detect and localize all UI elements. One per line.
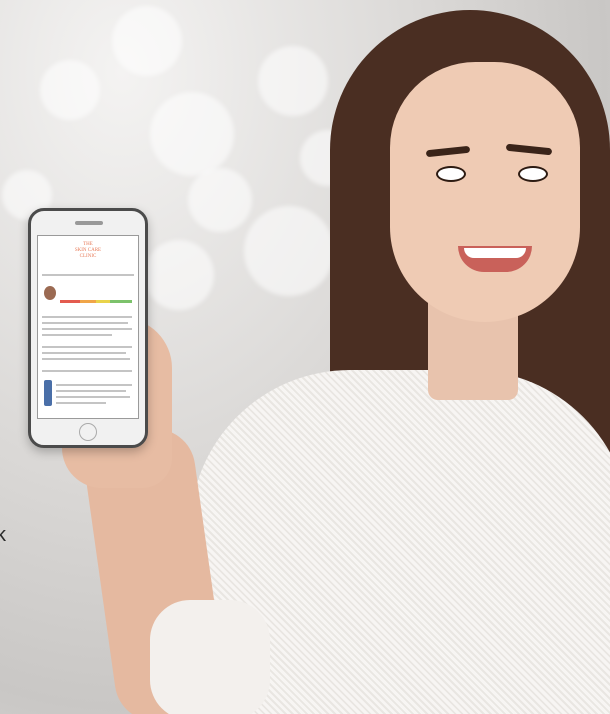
bokeh-light	[258, 46, 328, 116]
sleeve	[150, 600, 270, 714]
product-bottle-image	[44, 380, 52, 406]
right-eye	[518, 166, 548, 182]
text-line	[56, 390, 126, 392]
smiling-face	[390, 62, 580, 322]
text-line	[42, 346, 132, 348]
divider	[42, 274, 134, 276]
cropped-text-fragment: k	[0, 524, 6, 546]
score-bar-yellow	[96, 300, 110, 303]
text-line	[42, 322, 128, 324]
score-bar-orange	[80, 300, 96, 303]
bokeh-light	[188, 168, 252, 232]
left-eye	[436, 166, 466, 182]
text-line	[56, 402, 106, 404]
face-thumbnail	[44, 286, 56, 300]
photo-scene: k THE SKIN CARE CLINIC	[0, 0, 610, 714]
text-line	[42, 328, 132, 330]
bokeh-light	[144, 240, 214, 310]
text-line	[42, 334, 112, 336]
phone-screen: THE SKIN CARE CLINIC	[37, 235, 139, 419]
text-line	[42, 352, 126, 354]
clinic-logo: THE SKIN CARE CLINIC	[58, 242, 118, 260]
teeth	[464, 248, 526, 258]
bokeh-light	[40, 60, 100, 120]
bokeh-light	[150, 92, 234, 176]
bokeh-light	[112, 6, 182, 76]
score-bar-green	[110, 300, 132, 303]
score-bar-red	[60, 300, 80, 303]
text-line	[42, 316, 132, 318]
text-line	[56, 384, 132, 386]
text-line	[42, 358, 130, 360]
smartphone: THE SKIN CARE CLINIC	[28, 208, 148, 448]
text-line	[56, 396, 130, 398]
home-button	[79, 423, 97, 441]
phone-speaker	[75, 221, 103, 225]
text-line	[42, 370, 132, 372]
bokeh-light	[244, 206, 334, 296]
logo-line: CLINIC	[79, 254, 97, 259]
